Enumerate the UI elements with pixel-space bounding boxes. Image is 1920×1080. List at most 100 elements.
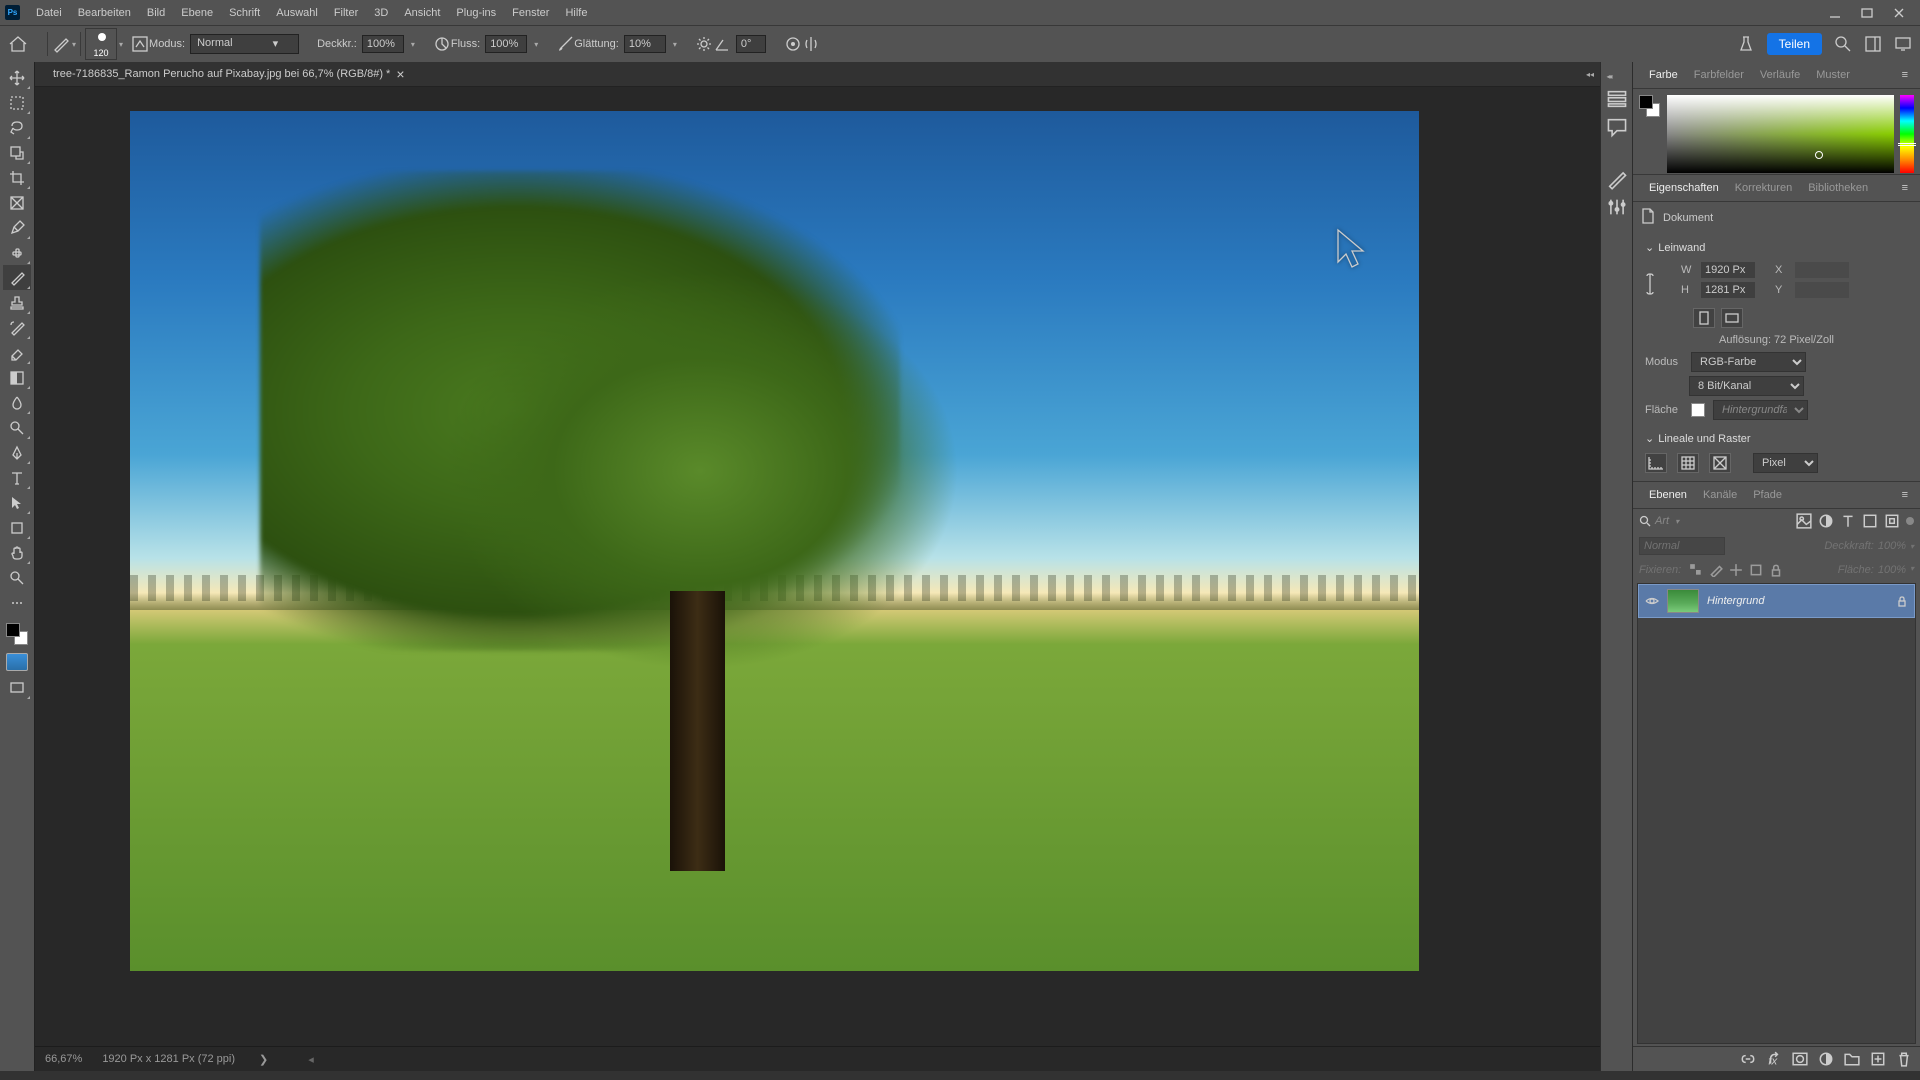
healing-tool[interactable] xyxy=(3,240,31,265)
menu-plugins[interactable]: Plug-ins xyxy=(448,4,504,22)
y-input[interactable] xyxy=(1795,282,1849,298)
tab-ebenen[interactable]: Ebenen xyxy=(1641,485,1695,505)
pressure-opacity-icon[interactable] xyxy=(433,35,451,53)
quick-mask-toggle[interactable] xyxy=(6,653,28,671)
opacity-input[interactable] xyxy=(362,35,404,53)
brushes-panel-icon[interactable] xyxy=(1606,168,1628,190)
search-icon[interactable] xyxy=(1834,35,1852,53)
zoom-level[interactable]: 66,67% xyxy=(45,1053,82,1065)
doc-dimensions[interactable]: 1920 Px x 1281 Px (72 ppi) xyxy=(102,1053,235,1065)
symmetry-icon[interactable] xyxy=(802,35,820,53)
window-close[interactable] xyxy=(1893,7,1905,19)
mini-swatches[interactable] xyxy=(1639,95,1661,168)
pressure-size-icon[interactable] xyxy=(784,35,802,53)
panel-menu-icon[interactable]: ≡ xyxy=(1898,180,1912,196)
frame-tool[interactable] xyxy=(3,190,31,215)
bit-depth-select[interactable]: 8 Bit/Kanal xyxy=(1689,376,1804,396)
brush-preset-dropdown[interactable] xyxy=(117,38,123,50)
shape-tool[interactable] xyxy=(3,515,31,540)
layer-lock-icon[interactable] xyxy=(1896,595,1908,607)
menu-schrift[interactable]: Schrift xyxy=(221,4,268,22)
layer-thumbnail[interactable] xyxy=(1667,589,1699,613)
menu-bearbeiten[interactable]: Bearbeiten xyxy=(70,4,139,22)
layer-blend-select[interactable]: Normal xyxy=(1639,537,1725,555)
marquee-tool[interactable] xyxy=(3,90,31,115)
orientation-landscape[interactable] xyxy=(1721,308,1743,328)
color-field[interactable] xyxy=(1667,95,1894,173)
tab-verlaeufe[interactable]: Verläufe xyxy=(1752,65,1808,85)
tab-bibliotheken[interactable]: Bibliotheken xyxy=(1800,178,1876,198)
history-brush-tool[interactable] xyxy=(3,315,31,340)
layer-item-background[interactable]: Hintergrund xyxy=(1638,584,1915,618)
pen-tool[interactable] xyxy=(3,440,31,465)
link-dimensions-icon[interactable] xyxy=(1645,258,1655,299)
smoothing-options-icon[interactable] xyxy=(695,35,713,53)
new-layer-icon[interactable] xyxy=(1870,1051,1886,1067)
menu-auswahl[interactable]: Auswahl xyxy=(268,4,326,22)
filter-pixel-icon[interactable] xyxy=(1796,513,1812,529)
angle-input[interactable] xyxy=(736,35,766,53)
filter-smartobject-icon[interactable] xyxy=(1884,513,1900,529)
history-panel-icon[interactable] xyxy=(1606,88,1628,110)
menu-hilfe[interactable]: Hilfe xyxy=(557,4,595,22)
flow-dropdown[interactable] xyxy=(532,38,538,50)
delete-layer-icon[interactable] xyxy=(1896,1051,1912,1067)
canvas-area[interactable] xyxy=(35,87,1600,1046)
expand-toggle[interactable]: ◂◂ xyxy=(1586,70,1600,79)
blur-tool[interactable] xyxy=(3,390,31,415)
zoom-tool[interactable] xyxy=(3,565,31,590)
menu-ansicht[interactable]: Ansicht xyxy=(396,4,448,22)
airbrush-icon[interactable] xyxy=(556,35,574,53)
hue-slider[interactable] xyxy=(1900,95,1914,173)
layer-name[interactable]: Hintergrund xyxy=(1707,595,1888,607)
screen-mode-tool[interactable] xyxy=(3,675,31,700)
color-swatches[interactable] xyxy=(6,623,28,645)
comments-panel-icon[interactable] xyxy=(1606,116,1628,138)
foreground-swatch[interactable] xyxy=(6,623,20,637)
window-maximize[interactable] xyxy=(1861,7,1873,19)
tab-korrekturen[interactable]: Korrekturen xyxy=(1727,178,1800,198)
edit-toolbar[interactable] xyxy=(3,590,31,615)
rulers-section-toggle[interactable]: ⌄Lineale und Raster xyxy=(1645,428,1908,449)
filter-on-toggle[interactable] xyxy=(1906,517,1914,525)
panel-menu-icon[interactable]: ≡ xyxy=(1898,487,1912,503)
brush-tool[interactable] xyxy=(3,265,31,290)
type-tool[interactable] xyxy=(3,465,31,490)
menu-fenster[interactable]: Fenster xyxy=(504,4,557,22)
layer-style-icon[interactable]: fx xyxy=(1766,1051,1782,1067)
fill-select[interactable]: Hintergrundfarbe xyxy=(1713,400,1808,420)
adjustments-panel-icon[interactable] xyxy=(1606,196,1628,218)
stamp-tool[interactable] xyxy=(3,290,31,315)
tab-kanaele[interactable]: Kanäle xyxy=(1695,485,1745,505)
document-tab[interactable]: tree-7186835_Ramon Perucho auf Pixabay.j… xyxy=(45,62,413,86)
selection-tool[interactable] xyxy=(3,140,31,165)
workspace-icon[interactable] xyxy=(1864,35,1882,53)
window-minimize[interactable] xyxy=(1829,7,1841,19)
tab-farbe[interactable]: Farbe xyxy=(1641,65,1686,85)
smoothing-dropdown[interactable] xyxy=(671,38,677,50)
x-input[interactable] xyxy=(1795,262,1849,278)
grid-toggle[interactable] xyxy=(1677,453,1699,473)
menu-3d[interactable]: 3D xyxy=(366,4,396,22)
canvas-section-toggle[interactable]: ⌄Leinwand xyxy=(1645,237,1908,258)
layer-opacity-value[interactable]: 100% xyxy=(1878,540,1906,552)
lock-artboard-icon[interactable] xyxy=(1749,563,1763,577)
status-chevron[interactable]: ❯ xyxy=(259,1053,268,1066)
blend-mode-select[interactable]: Normal ▾ xyxy=(190,34,299,54)
layer-mask-icon[interactable] xyxy=(1792,1051,1808,1067)
lock-all-icon[interactable] xyxy=(1769,563,1783,577)
panel-menu-icon[interactable]: ≡ xyxy=(1898,67,1912,83)
filter-adjustment-icon[interactable] xyxy=(1818,513,1834,529)
layer-group-icon[interactable] xyxy=(1844,1051,1860,1067)
dodge-tool[interactable] xyxy=(3,415,31,440)
menu-datei[interactable]: Datei xyxy=(28,4,70,22)
gradient-tool[interactable] xyxy=(3,365,31,390)
smoothing-input[interactable] xyxy=(624,35,666,53)
lock-pixels-icon[interactable] xyxy=(1709,563,1723,577)
share-button[interactable]: Teilen xyxy=(1767,33,1822,55)
status-arrow-left[interactable]: ◂ xyxy=(308,1053,314,1066)
tab-farbfelder[interactable]: Farbfelder xyxy=(1686,65,1752,85)
lock-position-icon[interactable] xyxy=(1729,563,1743,577)
canvas-image[interactable] xyxy=(130,111,1419,971)
tab-pfade[interactable]: Pfade xyxy=(1745,485,1790,505)
